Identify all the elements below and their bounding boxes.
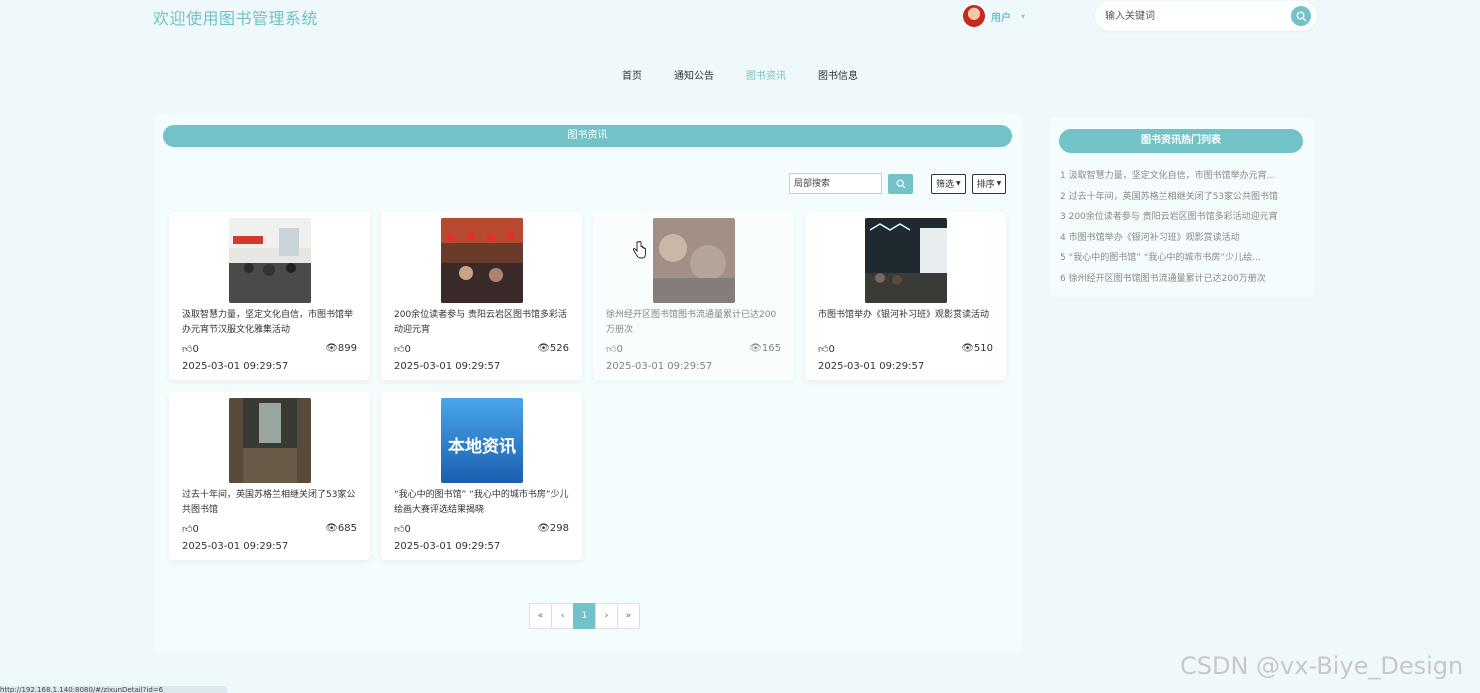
search-button[interactable] <box>1291 6 1311 26</box>
nav-notices[interactable]: 通知公告 <box>658 67 730 82</box>
thumbs-up-icon: 👍︎ <box>818 344 829 355</box>
view-count: 👁︎685 <box>325 523 357 534</box>
panel-title: 图书资讯 <box>163 125 1012 147</box>
chevron-down-icon[interactable]: ▾ <box>1021 12 1025 21</box>
news-date: 2025-03-01 09:29:57 <box>818 361 925 372</box>
news-thumbnail[interactable] <box>865 218 947 303</box>
eye-icon: 👁︎ <box>325 523 338 534</box>
eye-icon: 👁︎ <box>961 343 974 354</box>
view-count: 👁︎165 <box>749 343 781 354</box>
like-count[interactable]: 👍︎0 <box>182 523 199 535</box>
like-count[interactable]: 👍︎0 <box>394 343 411 355</box>
news-card[interactable]: 200余位读者参与 贵阳云岩区图书馆多彩活动迎元宵 👍︎0 👁︎526 2025… <box>381 212 582 380</box>
watermark: CSDN @vx-Biye_Design <box>1180 652 1464 680</box>
nav-home[interactable]: 首页 <box>606 67 658 82</box>
header-search <box>1095 1 1317 31</box>
news-title[interactable]: 市图书馆举办《银河补习班》观影赏读活动 <box>818 308 993 338</box>
thumbs-up-icon: 👍︎ <box>394 344 405 355</box>
search-icon <box>1296 11 1306 21</box>
news-thumbnail[interactable] <box>229 398 311 483</box>
like-count[interactable]: 👍︎0 <box>606 343 623 355</box>
nav-news[interactable]: 图书资讯 <box>730 67 802 82</box>
nav-books[interactable]: 图书信息 <box>802 67 874 82</box>
news-title[interactable]: 汲取智慧力量，坚定文化自信，市图书馆举办元宵节汉服文化雅集活动 <box>182 308 357 338</box>
view-count: 👁︎899 <box>325 343 357 354</box>
news-card[interactable]: 过去十年间，英国苏格兰相继关闭了53家公共图书馆 👍︎0 👁︎685 2025-… <box>169 392 370 560</box>
news-title[interactable]: “我心中的图书馆” “我心中的城市书房”少儿绘画大赛评选结果揭晓 <box>394 488 569 518</box>
header: 欢迎使用图书管理系统 用户 ▾ <box>0 0 1480 40</box>
news-card[interactable]: 本地资讯 “我心中的图书馆” “我心中的城市书房”少儿绘画大赛评选结果揭晓 👍︎… <box>381 392 582 560</box>
view-count: 👁︎510 <box>961 343 993 354</box>
news-date: 2025-03-01 09:29:57 <box>394 541 501 552</box>
view-count: 👁︎298 <box>537 523 569 534</box>
news-thumbnail[interactable] <box>229 218 311 303</box>
filter-dropdown[interactable]: 筛选 ▼ <box>931 173 966 194</box>
eye-icon: 👁︎ <box>325 343 338 354</box>
local-search-button[interactable] <box>888 173 913 194</box>
eye-icon: 👁︎ <box>537 523 550 534</box>
news-title[interactable]: 200余位读者参与 贵阳云岩区图书馆多彩活动迎元宵 <box>394 308 569 338</box>
news-date: 2025-03-01 09:29:57 <box>606 361 713 372</box>
eye-icon: 👁︎ <box>537 343 550 354</box>
hand-cursor-icon <box>633 241 646 259</box>
site-title: 欢迎使用图书管理系统 <box>153 9 319 28</box>
local-search-input[interactable] <box>789 173 882 194</box>
user-name[interactable]: 用户 <box>991 9 1011 24</box>
chevron-down-icon: ▼ <box>956 180 961 187</box>
thumbs-up-icon: 👍︎ <box>606 344 617 355</box>
hot-list-item[interactable]: 1 汲取智慧力量，坚定文化自信，市图书馆举办元宵... <box>1060 166 1288 187</box>
hot-list-item[interactable]: 6 徐州经开区图书馆图书流通量累计已达200万册次 <box>1060 269 1288 290</box>
view-count: 👁︎526 <box>537 343 569 354</box>
news-title[interactable]: 徐州经开区图书馆图书流通量累计已达200万册次 <box>606 308 781 338</box>
news-card[interactable]: 汲取智慧力量，坚定文化自信，市图书馆举办元宵节汉服文化雅集活动 👍︎0 👁︎89… <box>169 212 370 380</box>
hot-list-item[interactable]: 3 200余位读者参与 贵阳云岩区图书馆多彩活动迎元宵 <box>1060 207 1288 228</box>
news-card[interactable]: 徐州经开区图书馆图书流通量累计已达200万册次 👍︎0 👁︎165 2025-0… <box>593 212 794 380</box>
thumbs-up-icon: 👍︎ <box>182 344 193 355</box>
thumbs-up-icon: 👍︎ <box>394 524 405 535</box>
news-thumbnail[interactable] <box>653 218 735 303</box>
news-thumbnail[interactable]: 本地资讯 <box>441 398 523 483</box>
avatar[interactable] <box>963 5 985 27</box>
page-prev-button[interactable]: ‹ <box>551 603 574 629</box>
search-icon <box>896 179 905 188</box>
like-count[interactable]: 👍︎0 <box>818 343 835 355</box>
page-first-button[interactable]: « <box>529 603 552 629</box>
thumbnail-badge-text: 本地资讯 <box>448 436 516 457</box>
news-title[interactable]: 过去十年间，英国苏格兰相继关闭了53家公共图书馆 <box>182 488 357 518</box>
like-count[interactable]: 👍︎0 <box>394 523 411 535</box>
pagination: « ‹ 1 › » <box>529 603 640 629</box>
search-input[interactable] <box>1105 8 1275 24</box>
sort-dropdown[interactable]: 排序 ▼ <box>971 173 1007 194</box>
news-date: 2025-03-01 09:29:57 <box>394 361 501 372</box>
news-date: 2025-03-01 09:29:57 <box>182 541 289 552</box>
like-count[interactable]: 👍︎0 <box>182 343 199 355</box>
user-menu[interactable]: 用户 ▾ <box>963 5 1025 27</box>
news-card[interactable]: 市图书馆举办《银河补习班》观影赏读活动 👍︎0 👁︎510 2025-03-01… <box>805 212 1006 380</box>
news-thumbnail[interactable] <box>441 218 523 303</box>
filter-label: 筛选 <box>936 180 955 190</box>
page-last-button[interactable]: » <box>617 603 640 629</box>
chevron-down-icon: ▼ <box>996 180 1002 187</box>
main-nav: 首页 通知公告 图书资讯 图书信息 <box>0 67 1480 82</box>
hot-list: 1 汲取智慧力量，坚定文化自信，市图书馆举办元宵... 2 过去十年间，英国苏格… <box>1060 166 1288 289</box>
eye-icon: 👁︎ <box>749 343 762 354</box>
hot-list-item[interactable]: 5 “我心中的图书馆” “我心中的城市书房”少儿绘... <box>1060 248 1288 269</box>
status-bar-url: http://192.168.1.140:8080/#/zixunDetail?… <box>0 686 227 693</box>
sort-label: 排序 <box>976 180 995 190</box>
toolbar: 筛选▼ 排序▼ <box>789 173 1007 194</box>
page-current-button[interactable]: 1 <box>573 603 596 629</box>
hot-list-item[interactable]: 2 过去十年间，英国苏格兰相继关闭了53家公共图书馆 <box>1060 187 1288 208</box>
news-date: 2025-03-01 09:29:57 <box>182 361 289 372</box>
news-panel: 图书资讯 筛选▼ 排序▼ 汲取智慧力量，坚定文化自信，市图书馆举办元宵节汉服文化… <box>155 115 1023 652</box>
hot-list-panel: 图书资讯热门列表 1 汲取智慧力量，坚定文化自信，市图书馆举办元宵... 2 过… <box>1050 117 1314 297</box>
page-next-button[interactable]: › <box>595 603 618 629</box>
hot-list-title: 图书资讯热门列表 <box>1059 129 1303 153</box>
thumbs-up-icon: 👍︎ <box>182 524 193 535</box>
hot-list-item[interactable]: 4 市图书馆举办《银河补习班》观影赏读活动 <box>1060 228 1288 249</box>
